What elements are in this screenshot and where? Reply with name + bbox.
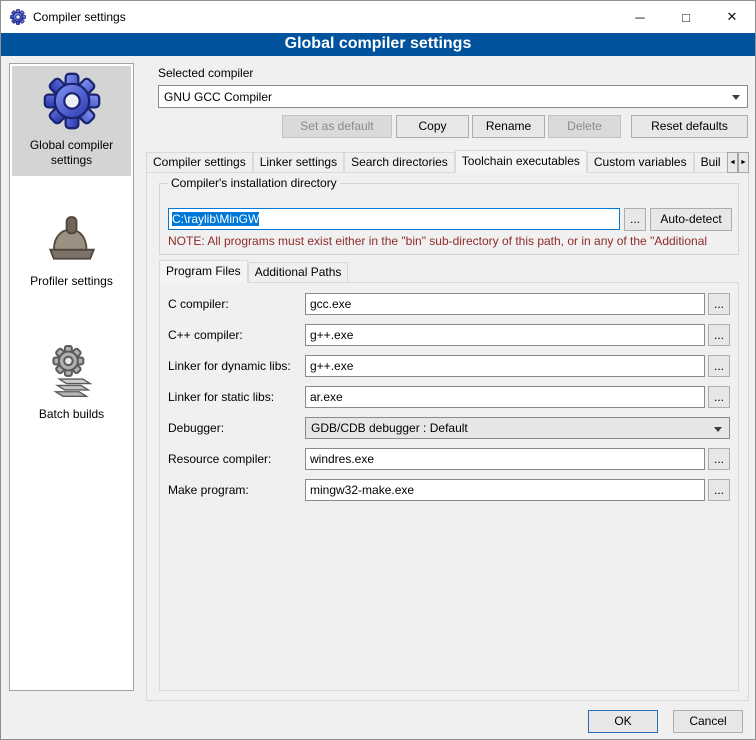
- cpp-compiler-label: C++ compiler:: [168, 324, 243, 346]
- toolchain-executables-panel: Compiler's installation directory C:\ray…: [146, 172, 749, 701]
- linker-static-input[interactable]: [305, 386, 705, 408]
- make-program-input[interactable]: [305, 479, 705, 501]
- gray-gear-stack-icon: [43, 341, 101, 399]
- browse-directory-button[interactable]: ...: [624, 208, 646, 231]
- installation-directory-group: Compiler's installation directory C:\ray…: [159, 183, 739, 255]
- tab-compiler-settings[interactable]: Compiler settings: [146, 152, 253, 173]
- window-title: Compiler settings: [33, 10, 126, 24]
- program-tabs: Program Files Additional Paths: [159, 260, 348, 283]
- sidebar-item-label: Profiler settings: [30, 274, 113, 289]
- field-row: Linker for static libs: ...: [160, 386, 738, 408]
- hand-plane-icon: [43, 208, 101, 266]
- linker-dynamic-label: Linker for dynamic libs:: [168, 355, 291, 377]
- resource-compiler-browse-button[interactable]: ...: [708, 448, 730, 470]
- debugger-value: GDB/CDB debugger : Default: [311, 421, 468, 435]
- compiler-settings-window: Compiler settings ─ □ ✕ Global compiler …: [0, 0, 756, 740]
- blue-gear-icon: [43, 72, 101, 130]
- tab-search-directories[interactable]: Search directories: [344, 152, 455, 173]
- ok-button[interactable]: OK: [588, 710, 658, 733]
- resource-compiler-input[interactable]: [305, 448, 705, 470]
- selected-compiler-value: GNU GCC Compiler: [164, 90, 272, 104]
- program-files-panel: C compiler: ... C++ compiler: ... Linker…: [159, 282, 739, 691]
- tab-additional-paths[interactable]: Additional Paths: [248, 262, 349, 283]
- field-row: Linker for dynamic libs: ...: [160, 355, 738, 377]
- debugger-dropdown[interactable]: GDB/CDB debugger : Default: [305, 417, 730, 439]
- field-row: Resource compiler: ...: [160, 448, 738, 470]
- chevron-down-icon: [714, 427, 722, 436]
- rename-button[interactable]: Rename: [472, 115, 545, 138]
- tab-toolchain-executables[interactable]: Toolchain executables: [455, 150, 587, 173]
- installation-directory-value: C:\raylib\MinGW: [172, 212, 259, 226]
- installation-directory-input[interactable]: C:\raylib\MinGW: [168, 208, 620, 230]
- field-row: C++ compiler: ...: [160, 324, 738, 346]
- make-program-label: Make program:: [168, 479, 249, 501]
- linker-static-browse-button[interactable]: ...: [708, 386, 730, 408]
- close-icon: ✕: [727, 9, 738, 25]
- cpp-compiler-browse-button[interactable]: ...: [708, 324, 730, 346]
- auto-detect-button[interactable]: Auto-detect: [650, 208, 732, 231]
- selected-compiler-dropdown[interactable]: GNU GCC Compiler: [158, 85, 748, 108]
- maximize-icon: □: [682, 10, 690, 25]
- close-button[interactable]: ✕: [709, 1, 755, 33]
- linker-static-label: Linker for static libs:: [168, 386, 274, 408]
- titlebar: Compiler settings ─ □ ✕: [1, 1, 755, 33]
- sidebar-item-batch-builds[interactable]: Batch builds: [12, 335, 131, 430]
- sidebar-item-label: Batch builds: [39, 407, 104, 422]
- linker-dynamic-input[interactable]: [305, 355, 705, 377]
- sidebar-item-global-compiler-settings[interactable]: Global compiler settings: [12, 66, 131, 176]
- linker-dynamic-browse-button[interactable]: ...: [708, 355, 730, 377]
- dialog-header-title: Global compiler settings: [1, 33, 755, 56]
- resource-compiler-label: Resource compiler:: [168, 448, 271, 470]
- selected-compiler-label: Selected compiler: [158, 66, 253, 80]
- tab-scroll-left-button[interactable]: ◄: [727, 152, 738, 173]
- tab-build-options[interactable]: Buil: [694, 152, 728, 173]
- chevron-down-icon: [732, 95, 740, 104]
- tab-linker-settings[interactable]: Linker settings: [253, 152, 344, 173]
- note-text: NOTE: All programs must exist either in …: [168, 234, 734, 248]
- copy-button[interactable]: Copy: [396, 115, 469, 138]
- installation-directory-group-label: Compiler's installation directory: [168, 176, 340, 190]
- compiler-settings-tabs: Compiler settings Linker settings Search…: [146, 150, 749, 173]
- make-program-browse-button[interactable]: ...: [708, 479, 730, 501]
- tab-custom-variables[interactable]: Custom variables: [587, 152, 694, 173]
- c-compiler-input[interactable]: [305, 293, 705, 315]
- maximize-button[interactable]: □: [663, 1, 709, 33]
- sidebar: Global compiler settings Profiler settin…: [9, 63, 134, 691]
- reset-defaults-button[interactable]: Reset defaults: [631, 115, 748, 138]
- cpp-compiler-input[interactable]: [305, 324, 705, 346]
- delete-button[interactable]: Delete: [548, 115, 621, 138]
- c-compiler-browse-button[interactable]: ...: [708, 293, 730, 315]
- field-row: C compiler: ...: [160, 293, 738, 315]
- field-row: Make program: ...: [160, 479, 738, 501]
- set-as-default-button[interactable]: Set as default: [282, 115, 392, 138]
- sidebar-item-profiler-settings[interactable]: Profiler settings: [12, 202, 131, 297]
- field-row: Debugger: GDB/CDB debugger : Default: [160, 417, 738, 439]
- tab-scroll-right-button[interactable]: ►: [738, 152, 749, 173]
- debugger-label: Debugger:: [168, 417, 224, 439]
- minimize-icon: ─: [635, 10, 644, 25]
- app-gear-icon: [10, 9, 26, 25]
- sidebar-item-label: Global compiler settings: [14, 138, 129, 168]
- tab-program-files[interactable]: Program Files: [159, 260, 248, 283]
- cancel-button[interactable]: Cancel: [673, 710, 743, 733]
- window-controls: ─ □ ✕: [617, 1, 755, 33]
- c-compiler-label: C compiler:: [168, 293, 229, 315]
- minimize-button[interactable]: ─: [617, 1, 663, 33]
